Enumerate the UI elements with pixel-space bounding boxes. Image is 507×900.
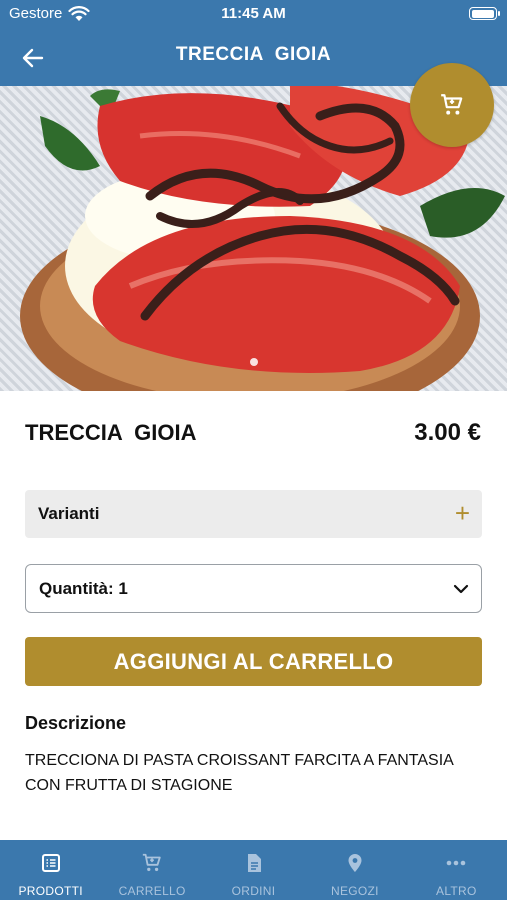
battery-icon <box>469 7 500 20</box>
chevron-down-icon <box>453 584 469 594</box>
tab-label: CARRELLO <box>118 884 186 898</box>
product-price: 3.00 € <box>414 419 481 446</box>
cart-icon <box>441 94 463 115</box>
quantity-select[interactable]: Quantità: 1 <box>25 564 482 613</box>
cart-icon <box>142 853 161 872</box>
variants-label: Varianti <box>38 504 100 523</box>
carousel-dot[interactable] <box>250 358 258 366</box>
document-icon <box>247 854 261 872</box>
tab-bar: PRODOTTI CARRELLO ORDINI NEGOZI ALTRO <box>0 840 507 900</box>
tab-altro[interactable]: ALTRO <box>406 840 507 900</box>
location-pin-icon <box>348 854 362 872</box>
tab-label: ORDINI <box>231 884 276 898</box>
page-title: TRECCIA GIOIA <box>175 44 332 65</box>
tab-label: PRODOTTI <box>18 884 83 898</box>
more-dots-icon <box>447 860 466 866</box>
tab-carrello[interactable]: CARRELLO <box>101 840 202 900</box>
add-to-cart-button[interactable]: AGGIUNGI AL CARRELLO <box>25 637 482 686</box>
plus-icon[interactable]: + <box>455 499 470 527</box>
tab-ordini[interactable]: ORDINI <box>203 840 304 900</box>
status-bar: Gestore 11:45 AM <box>0 0 507 30</box>
tab-negozi[interactable]: NEGOZI <box>304 840 405 900</box>
clock: 11:45 AM <box>221 5 286 22</box>
tab-label: ALTRO <box>436 884 477 898</box>
product-name: TRECCIA GIOIA <box>25 420 197 445</box>
variants-accordion[interactable]: Varianti + <box>25 490 482 538</box>
list-icon <box>41 854 60 872</box>
tab-label: NEGOZI <box>331 884 379 898</box>
tab-prodotti[interactable]: PRODOTTI <box>0 840 101 900</box>
description-text: TRECCIONA DI PASTA CROISSANT FARCITA A F… <box>25 752 453 794</box>
cart-button[interactable] <box>410 63 494 147</box>
description-title: Descrizione <box>25 713 127 733</box>
quantity-label: Quantità: 1 <box>39 579 128 598</box>
